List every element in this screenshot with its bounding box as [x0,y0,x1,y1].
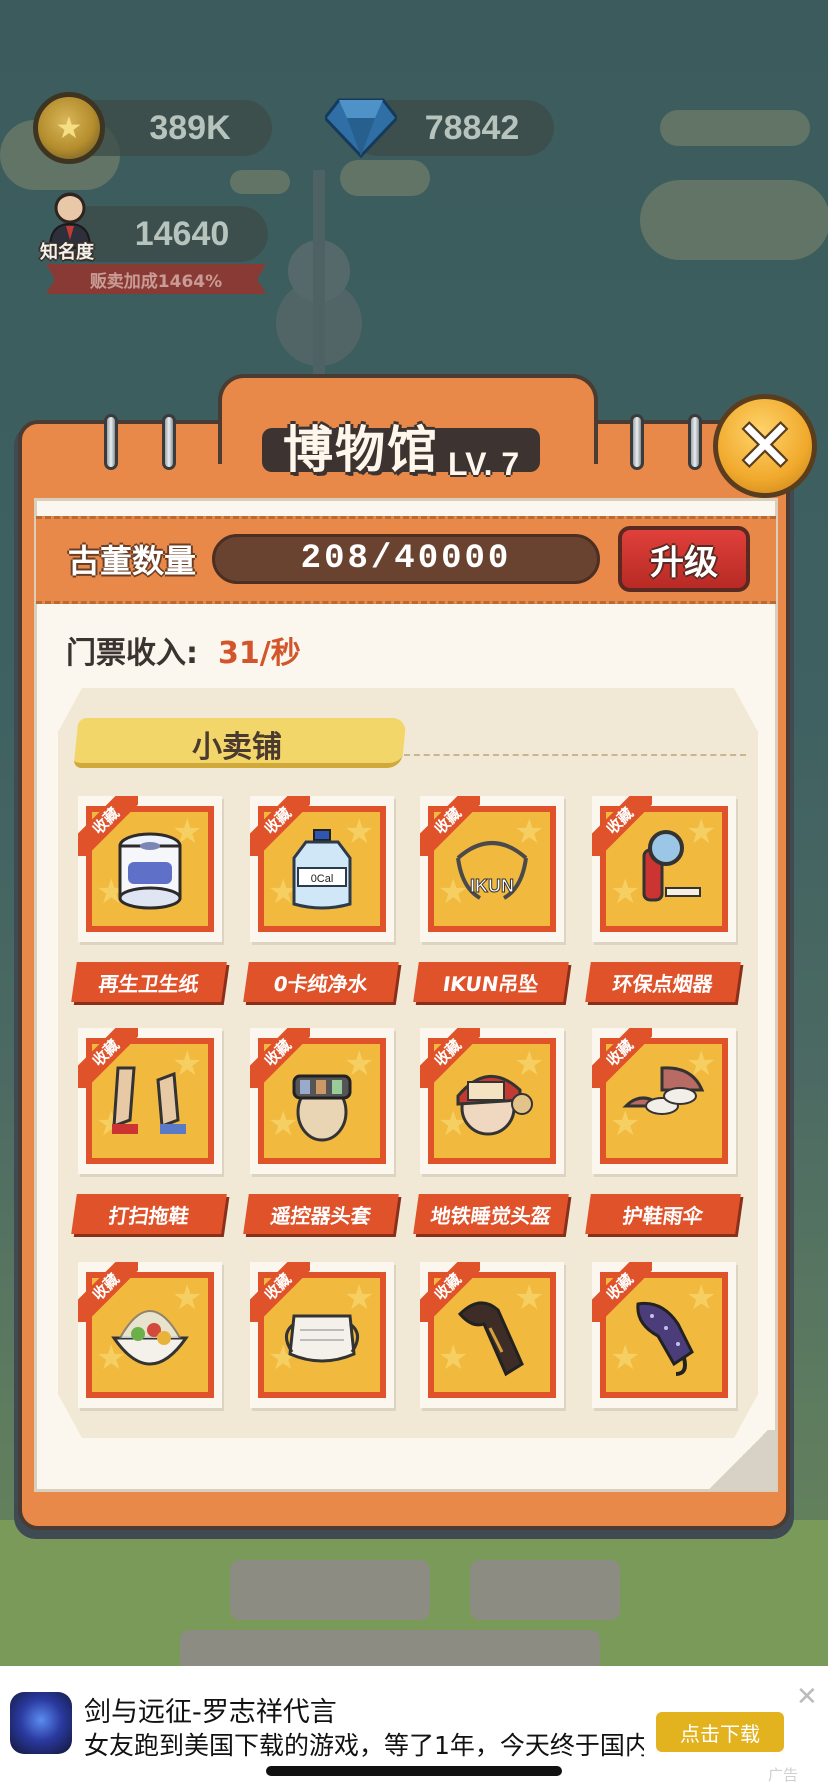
collection-item[interactable]: ★ ★ 收藏 [592,1262,736,1408]
collection-item[interactable]: ★ ★ 收藏 [592,796,736,942]
collection-item[interactable]: ★ ★ 收藏 [420,1028,564,1174]
binder-ring [630,414,644,470]
collect-flag-label: 收藏 [592,1262,652,1322]
collect-flag-label: 收藏 [420,796,480,856]
cloud [640,180,828,260]
ticket-income-value: 31/秒 [218,636,301,671]
collection-item[interactable]: ★ ★ 收藏 [420,1262,564,1408]
svg-text:IKUN: IKUN [470,876,514,896]
collect-flag: 收藏 [592,1262,652,1322]
close-button[interactable]: ✕ [713,394,817,498]
collection-item[interactable]: ★ ★ 收藏 [78,1262,222,1408]
paper-curl [700,1430,776,1490]
ticket-income-label: 门票收入: [66,636,198,671]
gem-value: 78842 [424,108,520,147]
svg-text:0Cal: 0Cal [311,873,334,885]
collect-flag-label: 收藏 [78,1262,138,1322]
collection-item[interactable]: ★ ★ IKUN 收藏 [420,796,564,942]
fame-value: 14640 [134,214,230,253]
diamond-icon [325,98,397,158]
collect-flag-label: 收藏 [420,1262,480,1322]
collection-item[interactable]: ★ ★ 收藏 [592,1028,736,1174]
shop-divider [404,754,746,756]
path-tile [180,1630,600,1670]
coin-icon: ★ [33,92,105,164]
cloud [230,170,290,194]
collection-item[interactable]: ★ ★ 收藏 [250,1028,394,1174]
collection-item[interactable]: ★ ★ 收藏 [78,1028,222,1174]
collect-flag-label: 收藏 [78,796,138,856]
collect-flag-label: 收藏 [250,796,310,856]
item-label: 环保点烟器 [585,962,741,1002]
upgrade-button[interactable]: 升级 [618,526,750,592]
item-label: 再生卫生纸 [71,962,227,1002]
collect-flag: 收藏 [250,1262,310,1322]
collect-flag-label: 收藏 [250,1028,310,1088]
collect-flag-label: 收藏 [420,1028,480,1088]
panel-title: 博物馆 [283,421,439,479]
item-label: 护鞋雨伞 [585,1194,741,1234]
ad-tag: 广告 [768,1766,799,1784]
collect-flag: 收藏 [420,1028,480,1088]
collect-flag: 收藏 [78,1262,138,1322]
ad-app-icon[interactable] [10,1692,72,1754]
path-tile [470,1560,620,1620]
shop-title: 小卖铺 [192,730,282,765]
collect-flag: 收藏 [78,796,138,856]
item-label: 打扫拖鞋 [71,1194,227,1234]
item-label: 0卡纯净水 [243,962,399,1002]
collection-item[interactable]: ★ ★ 收藏 [250,1262,394,1408]
close-icon: ✕ [735,405,795,487]
museum-level: LV. 7 [448,446,520,482]
item-label: 遥控器头套 [243,1194,399,1234]
item-label: IKUN吊坠 [413,962,569,1002]
ad-title[interactable]: 剑与远征-罗志祥代言 [84,1690,337,1729]
ad-description[interactable]: 女友跑到美国下载的游戏，等了1年，今天终于国内… [84,1726,644,1762]
item-label: 地铁睡觉头盔 [413,1194,569,1234]
cloud [660,110,810,146]
collect-flag: 收藏 [420,1262,480,1322]
collect-flag: 收藏 [250,1028,310,1088]
collection-item[interactable]: ★ ★ 0Cal 收藏 [250,796,394,942]
coin-value: 389K [149,108,231,147]
collect-flag: 收藏 [592,796,652,856]
collect-flag: 收藏 [250,796,310,856]
antique-count-label: 古董数量 [68,542,197,580]
ad-close-icon[interactable]: ✕ [796,1682,818,1712]
path-tile [230,1560,430,1620]
cloud [340,160,430,196]
collect-flag-label: 收藏 [592,1028,652,1088]
binder-ring [104,414,118,470]
binder-ring [688,414,702,470]
collect-flag: 收藏 [78,1028,138,1088]
collect-flag: 收藏 [592,1028,652,1088]
collection-item[interactable]: ★ ★ 收藏 [78,796,222,942]
ad-download-button[interactable]: 点击下载 [656,1712,784,1752]
collect-flag-label: 收藏 [592,796,652,856]
collect-flag-label: 收藏 [78,1028,138,1088]
binder-ring [162,414,176,470]
fame-tag: 知名度 [40,242,94,263]
collect-flag-label: 收藏 [250,1262,310,1322]
home-indicator[interactable] [266,1766,562,1776]
collect-flag: 收藏 [420,796,480,856]
sale-bonus-ribbon: 贩卖加成1464% [46,264,266,294]
tower-spire [313,170,325,400]
antique-count-value: 208/40000 [212,534,600,584]
